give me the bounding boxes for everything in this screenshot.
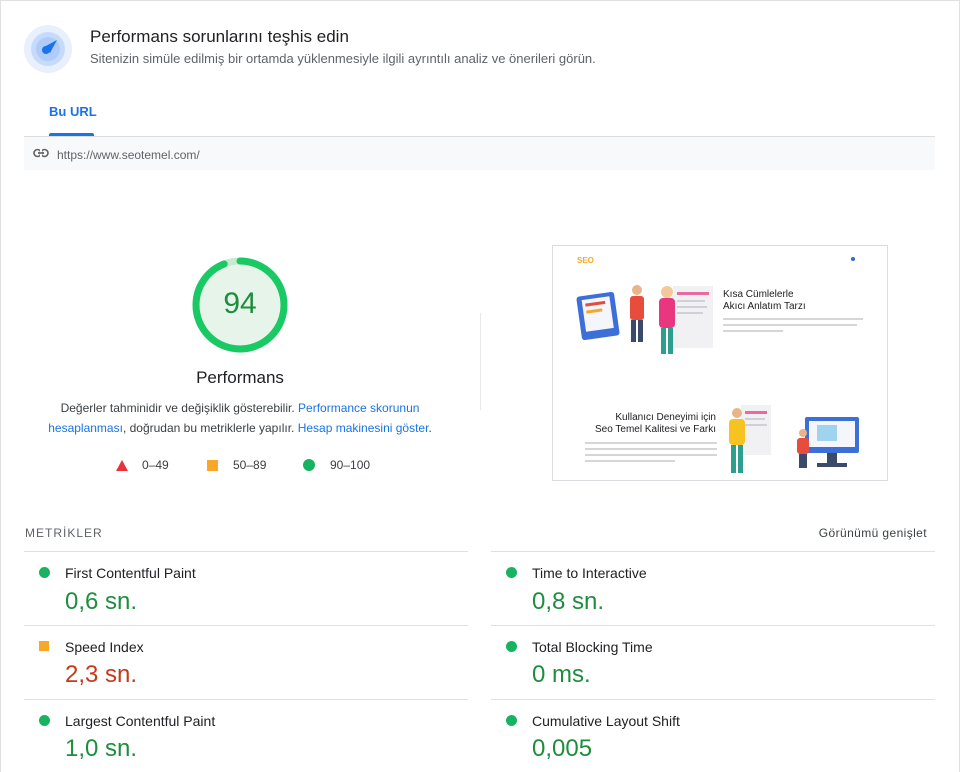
expand-view-toggle[interactable]: Görünümü genişlet — [760, 526, 927, 540]
note-text: Değerler tahminidir ve değişiklik göster… — [60, 401, 295, 415]
metric-label: Cumulative Layout Shift — [532, 713, 680, 729]
analyzed-url: https://www.seotemel.com/ — [57, 148, 200, 162]
metric-value: 2,3 sn. — [65, 661, 138, 688]
average-square-icon — [207, 460, 218, 471]
thumbnail-heading-1-line-2: Akıcı Anlatım Tarzı — [723, 301, 806, 312]
text-line — [585, 454, 717, 456]
legend-average-range: 50–89 — [233, 458, 267, 472]
score-calculation-link[interactable]: Performance skorunun — [298, 401, 419, 415]
metric-divider — [24, 551, 468, 552]
legend-pass-range: 90–100 — [330, 458, 371, 472]
metrics-heading: METRİKLER — [25, 526, 103, 540]
text-line — [585, 442, 717, 444]
thumbnail-heading-2-line-1: Kullanıcı Deneyimi için — [615, 412, 716, 423]
tab-this-url[interactable]: Bu URL — [49, 104, 97, 119]
show-calculator-link[interactable]: Hesap makinesini göster — [298, 421, 429, 435]
thumbnail-heading-2-line-2: Seo Temel Kalitesi ve Farkı — [595, 424, 716, 435]
status-circle-icon — [506, 567, 517, 578]
metric-label: Speed Index — [65, 639, 144, 655]
status-circle-icon — [506, 641, 517, 652]
status-circle-icon — [506, 715, 517, 726]
metric-label: Time to Interactive — [532, 565, 647, 581]
legend-fail-range: 0–49 — [142, 458, 169, 472]
performance-score-value: 94 — [223, 287, 257, 320]
metric-value: 0,6 sn. — [65, 588, 138, 615]
metric-value: 0 ms. — [532, 661, 591, 688]
metric-label: Largest Contentful Paint — [65, 713, 216, 729]
pass-circle-icon — [303, 459, 315, 471]
illustration-ux-image — [729, 405, 859, 473]
note-end: . — [428, 421, 432, 435]
site-logo: SEO — [577, 256, 594, 265]
metric-label: First Contentful Paint — [65, 565, 196, 581]
status-circle-icon — [39, 567, 50, 578]
link-icon — [33, 148, 49, 158]
menu-dot-icon — [851, 257, 855, 261]
text-line — [723, 330, 783, 332]
metric-value: 0,005 — [532, 735, 593, 762]
section-subtitle: Sitenizin simüle edilmiş bir ortamda yük… — [90, 51, 596, 66]
text-line — [723, 324, 857, 326]
lighthouse-gauge-icon — [24, 25, 72, 73]
metric-divider — [491, 551, 935, 552]
fail-triangle-icon — [116, 460, 128, 471]
page-screenshot-thumbnail: SEO Kısa Cümlelerle Akıcı Anlatım Tarzı … — [552, 245, 888, 481]
section-title: Performans sorunlarını teşhis edin — [90, 27, 349, 46]
metric-value: 0,8 sn. — [532, 588, 605, 615]
thumbnail-heading-1: Kısa Cümlelerle Akıcı Anlatım Tarzı — [723, 289, 806, 313]
metric-divider — [24, 699, 468, 700]
score-note-line-1: Değerler tahminidir ve değişiklik göster… — [24, 401, 456, 415]
status-circle-icon — [39, 715, 50, 726]
performance-score-label: Performans — [196, 368, 284, 387]
thumbnail-heading-1-line-1: Kısa Cümlelerle — [723, 289, 794, 300]
thumbnail-heading-2: Kullanıcı Deneyimi için Seo Temel Kalite… — [586, 412, 716, 436]
text-line — [585, 460, 675, 462]
score-calculation-link-cont[interactable]: hesaplanması — [48, 421, 123, 435]
score-note-line-2: hesaplanması, doğrudan bu metriklerle ya… — [24, 421, 456, 435]
metric-label: Total Blocking Time — [532, 639, 653, 655]
vertical-divider — [480, 313, 481, 410]
text-line — [723, 318, 863, 320]
metric-divider — [24, 625, 468, 626]
text-line — [585, 448, 717, 450]
metric-divider — [491, 625, 935, 626]
illustration-writers-image — [576, 285, 713, 354]
metric-value: 1,0 sn. — [65, 735, 138, 762]
note-text: , doğrudan bu metriklerle yapılır. — [122, 421, 295, 435]
status-square-icon — [39, 641, 49, 651]
metric-divider — [491, 699, 935, 700]
